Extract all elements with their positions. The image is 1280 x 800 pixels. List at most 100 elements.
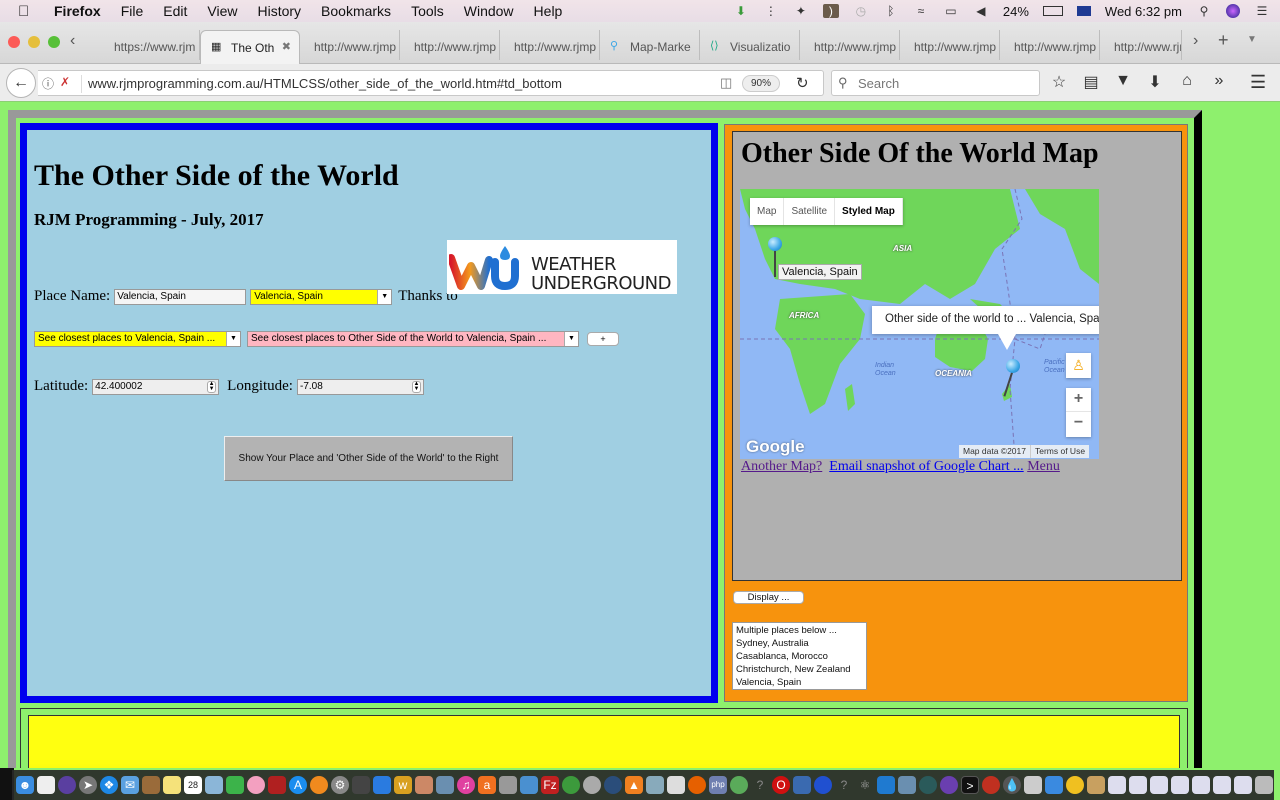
notes-icon[interactable] (163, 776, 181, 794)
map-type-styled-map[interactable]: Styled Map (835, 198, 903, 225)
tab[interactable]: http://www.rjmp (800, 30, 900, 60)
tab[interactable]: http://www.rjmp (500, 30, 600, 60)
tab[interactable]: http://www.rjm (1100, 30, 1182, 60)
minimized-window-icon[interactable] (1150, 776, 1168, 794)
calendar-icon[interactable]: 28 (184, 776, 202, 794)
bookmark-star-icon[interactable]: ☆ (1050, 72, 1068, 92)
minimized-window-icon[interactable] (1108, 776, 1126, 794)
screenshot-icon[interactable] (898, 776, 916, 794)
utility-icon[interactable] (499, 776, 517, 794)
map-marker-valencia-icon[interactable] (768, 237, 782, 251)
latitude-input[interactable]: 42.400002 ▲ ▼ (92, 378, 220, 395)
menu-window[interactable]: Window (464, 3, 514, 19)
vpn-icon[interactable]: ) (822, 4, 839, 18)
wifi-icon[interactable]: ≈ (913, 4, 929, 18)
spotlight-icon[interactable]: ⚲ (1196, 4, 1212, 18)
stepper-icon[interactable]: ▲ ▼ (411, 380, 421, 393)
reading-list-icon[interactable]: ▤ (1082, 72, 1100, 92)
virtualbox-icon[interactable] (646, 776, 664, 794)
vscode-icon[interactable] (877, 776, 895, 794)
hamburger-menu-icon[interactable]: ☰ (1250, 72, 1266, 93)
weather-underground-logo[interactable]: WEATHER UNDERGROUND (447, 240, 677, 294)
map-marker-antipode-icon[interactable] (1006, 359, 1020, 373)
tab[interactable]: ⚲ Map-Marke (600, 30, 700, 60)
url-bar[interactable]: ⓘ ✗ www.rjmprogramming.com.au/HTMLCSS/ot… (38, 70, 824, 96)
longitude-input[interactable]: -7.08 ▲ ▼ (296, 378, 424, 395)
time-machine-icon[interactable]: ◷ (853, 4, 869, 18)
download-icon[interactable]: ⬇ (733, 4, 749, 18)
window-maximize-button[interactable] (48, 36, 60, 48)
google-logo[interactable]: Google (746, 437, 805, 457)
image-capture-icon[interactable] (436, 776, 454, 794)
place-select[interactable]: Valencia, Spain ▼ (250, 288, 393, 305)
clock[interactable]: Wed 6:32 pm (1105, 4, 1182, 19)
utility-icon[interactable] (583, 776, 601, 794)
add-place-button[interactable]: + (587, 332, 619, 346)
launchpad-icon[interactable]: ➤ (79, 776, 97, 794)
minimized-window-icon[interactable] (1171, 776, 1189, 794)
email-snapshot-link[interactable]: Email snapshot of Google Chart ... (829, 459, 1023, 474)
notification-center-icon[interactable]: ☰ (1254, 4, 1270, 18)
tab-close-icon[interactable]: ✖ (282, 40, 291, 53)
zoom-out-button[interactable]: − (1066, 412, 1091, 436)
map-type-map[interactable]: Map (750, 198, 785, 225)
textedit-icon[interactable] (667, 776, 685, 794)
overflow-chevrons-icon[interactable]: » (1210, 72, 1228, 92)
ibooks-icon[interactable] (310, 776, 328, 794)
keychain-icon[interactable]: ⚛ (856, 776, 874, 794)
system-preferences-icon[interactable]: ⚙ (331, 776, 349, 794)
preview-app-icon[interactable] (1024, 776, 1042, 794)
pocket-icon[interactable]: ▼ (1114, 72, 1132, 92)
contacts-icon[interactable] (142, 776, 160, 794)
google-map[interactable]: Map Satellite Styled Map ASIA AFRICA OCE… (740, 189, 1099, 459)
tab[interactable]: https://www.rjm (100, 30, 200, 60)
siri-icon[interactable] (58, 776, 76, 794)
list-item[interactable]: Valencia, Spain (736, 676, 863, 689)
map-type-satellite[interactable]: Satellite (784, 198, 836, 225)
minimized-window-icon[interactable] (1234, 776, 1252, 794)
wordpress-icon[interactable]: w (394, 776, 412, 794)
document-icon[interactable] (37, 776, 55, 794)
list-item[interactable]: Multiple places below ... (736, 624, 863, 637)
firefox-icon[interactable] (688, 776, 706, 794)
script-editor-icon[interactable] (1087, 776, 1105, 794)
molecule-icon[interactable] (982, 776, 1000, 794)
window-minimize-button[interactable] (28, 36, 40, 48)
menu-bookmarks[interactable]: Bookmarks (321, 3, 391, 19)
reload-icon[interactable]: ↻ (796, 74, 809, 92)
finder-icon[interactable]: ☻ (16, 776, 34, 794)
reader-view-icon[interactable]: ◫ (720, 75, 732, 91)
preview-icon[interactable] (205, 776, 223, 794)
zoom-level-badge[interactable]: 90% (742, 75, 780, 92)
stepper-icon[interactable]: ▲ ▼ (207, 380, 217, 393)
menu-app-firefox[interactable]: Firefox (54, 3, 101, 19)
place-name-input[interactable] (114, 288, 247, 305)
avast-icon[interactable]: a (478, 776, 496, 794)
tabs-scroll-left-icon[interactable]: ‹ (70, 32, 75, 50)
site-info-icon[interactable]: ⓘ (42, 75, 54, 92)
display-button[interactable]: Display ... (733, 591, 804, 604)
url-text[interactable]: www.rjmprogramming.com.au/HTMLCSS/other_… (88, 76, 562, 91)
back-arrow-icon[interactable]: ← (6, 68, 36, 98)
terms-of-use-link[interactable]: Terms of Use (1029, 445, 1089, 458)
photos-icon[interactable] (247, 776, 265, 794)
zoom-in-button[interactable]: + (1066, 388, 1091, 412)
grid-app-icon[interactable] (919, 776, 937, 794)
tab[interactable]: http://www.rjmp (300, 30, 400, 60)
bluetooth-icon[interactable]: ᛒ (883, 4, 899, 18)
apple-menu-icon[interactable]:  (18, 3, 40, 20)
quicktime-icon[interactable] (604, 776, 622, 794)
mail-icon[interactable]: ✉ (121, 776, 139, 794)
minimized-window-icon[interactable] (1129, 776, 1147, 794)
terminal-icon[interactable]: > (961, 776, 979, 794)
tools-icon[interactable] (415, 776, 433, 794)
swift-icon[interactable] (814, 776, 832, 794)
street-view-pegman-icon[interactable]: ♙ (1066, 353, 1091, 378)
search-input[interactable]: ⚲ Search (831, 70, 1040, 96)
menu-help[interactable]: Help (534, 3, 563, 19)
battery-icon[interactable] (1042, 6, 1063, 16)
siri-icon[interactable] (1226, 4, 1240, 18)
menu-tools[interactable]: Tools (411, 3, 444, 19)
list-item[interactable]: Casablanca, Morocco (736, 650, 863, 663)
files-icon[interactable] (1045, 776, 1063, 794)
